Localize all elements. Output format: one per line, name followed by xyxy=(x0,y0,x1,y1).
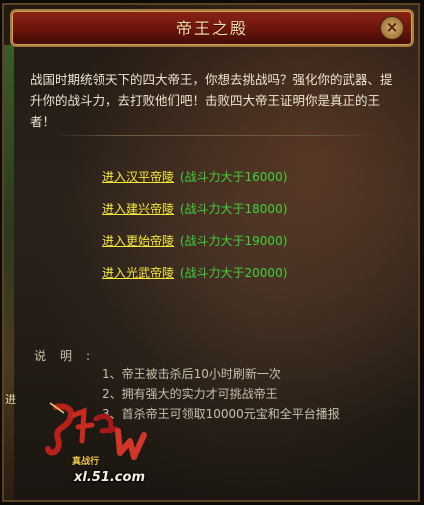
logo-subtitle: 真战行 xyxy=(72,457,100,467)
notes-label: 说明: xyxy=(34,349,105,363)
logo-url: xl.51.com xyxy=(74,470,145,485)
enter-jianxing-tomb-link[interactable]: 进入建兴帝陵 xyxy=(102,202,174,216)
enter-hanping-tomb-link[interactable]: 进入汉平帝陵 xyxy=(102,170,174,184)
power-requirement: (战斗力大于19000) xyxy=(179,234,288,248)
power-requirement: (战斗力大于20000) xyxy=(179,266,288,280)
side-edge-text: 进 xyxy=(5,393,16,406)
title-bar: 帝王之殿 × xyxy=(10,9,414,47)
background-scenery-strip xyxy=(4,45,14,500)
tomb-entry: 进入汉平帝陵 (战斗力大于16000) xyxy=(102,169,287,201)
tomb-entry-list: 进入汉平帝陵 (战斗力大于16000) 进入建兴帝陵 (战斗力大于18000) … xyxy=(102,169,287,297)
game-logo: 真战行 xl.51.com xyxy=(44,401,154,493)
window-title: 帝王之殿 xyxy=(175,19,248,38)
enter-guangwu-tomb-link[interactable]: 进入光武帝陵 xyxy=(102,266,174,280)
power-requirement: (战斗力大于16000) xyxy=(179,170,288,184)
tomb-entry: 进入建兴帝陵 (战斗力大于18000) xyxy=(102,201,287,233)
power-requirement: (战斗力大于18000) xyxy=(179,202,288,216)
divider xyxy=(54,135,374,136)
tomb-entry: 进入更始帝陵 (战斗力大于19000) xyxy=(102,233,287,265)
close-button[interactable]: × xyxy=(380,16,404,40)
dialog-window: 帝王之殿 × 战国时期统领天下的四大帝王，你想去挑战吗？强化你的武器、提升你的战… xyxy=(2,3,420,502)
enter-gengshi-tomb-link[interactable]: 进入更始帝陵 xyxy=(102,234,174,248)
tomb-entry: 进入光武帝陵 (战斗力大于20000) xyxy=(102,265,287,297)
intro-text: 战国时期统领天下的四大帝王，你想去挑战吗？强化你的武器、提升你的战斗力，去打败他… xyxy=(30,72,393,129)
note-item: 1、帝王被击杀后10小时刷新一次 xyxy=(102,367,281,381)
close-icon: × xyxy=(385,18,399,36)
